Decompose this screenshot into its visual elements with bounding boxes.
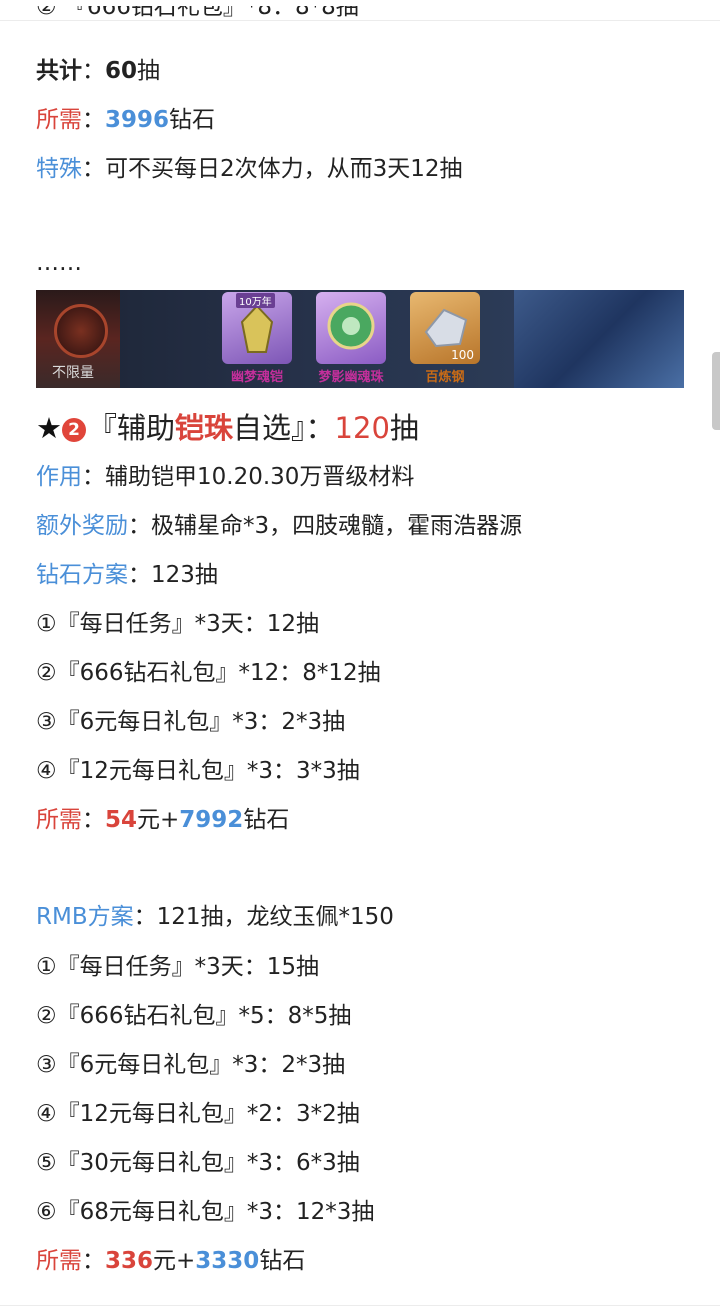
list-item: ②『666钻石礼包』*5：8*5抽 — [36, 1003, 352, 1029]
orb-icon — [316, 292, 386, 364]
banner-left-caption: 不限量 — [52, 365, 94, 381]
diamond-need-line: 所需：54元+7992钻石 — [36, 807, 290, 833]
banner-item-label: 幽梦魂铠 — [230, 370, 283, 385]
list-item: ③『6元每日礼包』*3：2*3抽 — [36, 1052, 346, 1078]
rmb-need-line: 所需：336元+3330钻石 — [36, 1248, 306, 1274]
banner-item-orb: 梦影幽魂珠 — [308, 290, 394, 388]
emblem-icon — [54, 304, 108, 358]
list-item: ①『每日任务』*3天：15抽 — [36, 954, 320, 980]
list-item: ②『666钻石礼包』*12：8*12抽 — [36, 660, 381, 686]
cut-off-line: ② 『666钻石礼包』*8：8*8抽 — [36, 6, 359, 20]
list-item: ④『12元每日礼包』*2：3*2抽 — [36, 1101, 360, 1127]
bonus-line: 额外奖励：极辅星命*3，四肢魂髓，霍雨浩器源 — [36, 513, 523, 539]
list-item: ①『每日任务』*3天：12抽 — [36, 611, 320, 637]
total-line: 共计：60抽 — [36, 58, 161, 84]
number-badge: 2 — [62, 418, 86, 442]
list-item: ④『12元每日礼包』*3：3*3抽 — [36, 758, 360, 784]
rmb-plan-line: RMB方案：121抽，龙纹玉佩*150 — [36, 904, 394, 930]
banner-item-steel: 100 百炼钢 — [402, 290, 488, 388]
section-title: ★ 2 『辅助铠珠自选』：120抽 — [36, 411, 419, 445]
scrollbar[interactable] — [712, 352, 720, 430]
bottom-divider — [0, 1305, 720, 1306]
star-icon: ★ — [36, 411, 62, 445]
banner-item-armor: 10万年 幽梦魂铠 — [214, 290, 300, 388]
banner-right-panel — [514, 290, 684, 388]
ellipsis: …… — [36, 250, 82, 276]
armor-icon: 10万年 — [222, 292, 292, 364]
effect-line: 作用：辅助铠甲10.20.30万晋级材料 — [36, 464, 415, 490]
banner-item-label: 梦影幽魂珠 — [318, 370, 384, 385]
banner-left-panel: 不限量 — [36, 290, 120, 388]
diamond-plan-line: 钻石方案：123抽 — [36, 562, 218, 588]
special-line: 特殊：可不买每日2次体力，从而3天12抽 — [36, 156, 463, 182]
reward-banner-image: 不限量 10万年 幽梦魂铠 梦影幽魂珠 100 百炼钢 — [36, 290, 684, 388]
need-line: 所需：3996钻石 — [36, 107, 216, 133]
steel-icon: 100 — [410, 292, 480, 364]
list-item: ⑤『30元每日礼包』*3：6*3抽 — [36, 1150, 360, 1176]
list-item: ③『6元每日礼包』*3：2*3抽 — [36, 709, 346, 735]
banner-item-label: 百炼钢 — [425, 370, 465, 385]
list-item: ⑥『68元每日礼包』*3：12*3抽 — [36, 1199, 375, 1225]
